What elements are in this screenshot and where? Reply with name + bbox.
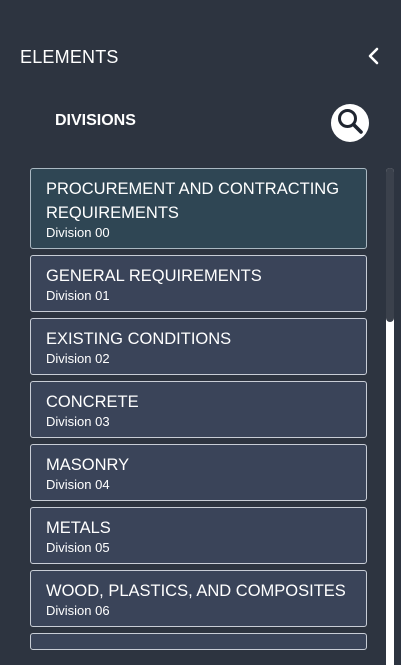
division-name: METALS <box>46 519 111 537</box>
division-number: Division 06 <box>46 603 110 618</box>
divisions-heading: DIVISIONS <box>55 112 136 129</box>
division-list: PROCUREMENT AND CONTRACTING REQUIREMENTS… <box>30 168 367 665</box>
division-number: Division 01 <box>46 288 110 303</box>
panel-header: ELEMENTS <box>0 0 401 100</box>
division-item[interactable] <box>30 633 367 650</box>
chevron-left-icon <box>367 47 381 70</box>
division-name: CONCRETE <box>46 393 139 411</box>
division-number: Division 03 <box>46 414 110 429</box>
division-name: EXISTING CONDITIONS <box>46 330 232 348</box>
division-number: Division 04 <box>46 477 110 492</box>
division-item[interactable]: MASONRY Division 04 <box>30 444 367 501</box>
division-item[interactable]: WOOD, PLASTICS, AND COMPOSITES Division 0… <box>30 570 367 627</box>
collapse-button[interactable] <box>362 46 386 70</box>
division-item[interactable]: PROCUREMENT AND CONTRACTING REQUIREMENTS… <box>30 168 367 249</box>
division-number: Division 02 <box>46 351 110 366</box>
scrollbar-thumb[interactable] <box>386 168 394 322</box>
division-number: Division 05 <box>46 540 110 555</box>
division-item[interactable]: METALS Division 05 <box>30 507 367 564</box>
search-icon <box>336 107 364 140</box>
search-button[interactable] <box>331 104 369 142</box>
division-item[interactable]: EXISTING CONDITIONS Division 02 <box>30 318 367 375</box>
division-name: MASONRY <box>46 456 130 474</box>
division-item[interactable]: GENERAL REQUIREMENTS Division 01 <box>30 255 367 312</box>
division-name: GENERAL REQUIREMENTS <box>46 267 262 285</box>
division-name: PROCUREMENT AND CONTRACTING REQUIREMENTS <box>46 180 340 222</box>
division-item[interactable]: CONCRETE Division 03 <box>30 381 367 438</box>
panel-title: ELEMENTS <box>20 47 119 67</box>
division-number: Division 00 <box>46 225 110 240</box>
division-name: WOOD, PLASTICS, AND COMPOSITES <box>46 582 346 600</box>
